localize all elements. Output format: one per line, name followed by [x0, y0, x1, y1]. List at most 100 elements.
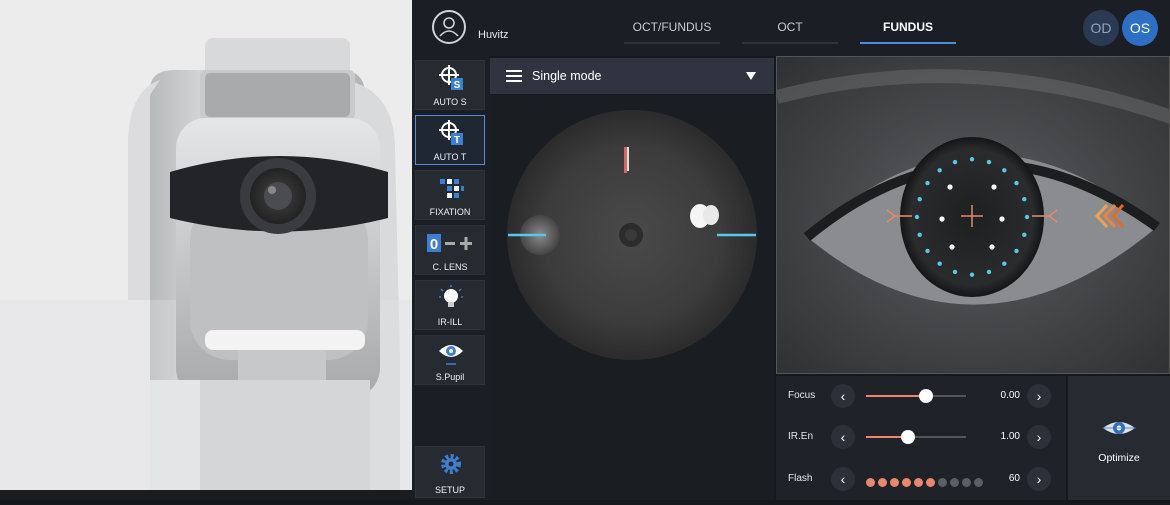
svg-text:0: 0 — [430, 236, 438, 253]
alignment-ring-dot — [937, 168, 942, 173]
alignment-ring-dot — [917, 232, 922, 238]
pupil-eye-icon — [439, 345, 463, 365]
lens-compensation-icon: 0 — [427, 234, 472, 253]
tool-sidebar: S AUTO S T AUTO T FIXATION 0 C. LENS IR-… — [412, 56, 490, 500]
sidebar-item-label: AUTO S — [433, 97, 467, 107]
alignment-ring-dot — [1022, 232, 1027, 238]
os-eye-button[interactable]: OS — [1122, 10, 1158, 46]
tab-label: OCT/FUNDUS — [632, 20, 712, 34]
mode-label: Single mode — [532, 69, 602, 83]
flash-value: 60 — [1008, 473, 1020, 484]
menu-icon — [506, 70, 522, 82]
od-eye-button[interactable]: OD — [1083, 10, 1119, 46]
focus-decrease-button[interactable]: ‹ — [831, 384, 855, 408]
alignment-ring-dot — [986, 159, 992, 165]
ir-en-increase-button[interactable]: › — [1027, 425, 1051, 449]
user-avatar[interactable] — [432, 10, 466, 44]
tab-oct[interactable]: OCT — [742, 20, 838, 44]
sidebar-item-label: FIXATION — [429, 207, 471, 217]
oct-device-illustration — [0, 0, 412, 500]
flash-level-dot[interactable] — [974, 478, 983, 487]
flash-level-dots[interactable] — [866, 474, 986, 492]
alignment-ring-dot — [1014, 248, 1019, 254]
focus-label: Focus — [788, 390, 816, 401]
ir-en-slider[interactable] — [866, 430, 966, 444]
svg-text:S: S — [454, 80, 461, 91]
s-pupil-button[interactable]: S.Pupil — [415, 335, 485, 385]
alignment-ring-dot — [925, 248, 930, 254]
fundus-image — [507, 110, 757, 360]
tab-label: FUNDUS — [883, 20, 933, 34]
flash-increase-button[interactable]: › — [1027, 467, 1051, 491]
sidebar-item-label: C. LENS — [432, 262, 468, 272]
corneal-reflection — [991, 184, 997, 190]
setup-label: SETUP — [434, 485, 465, 495]
alignment-ring-dot — [952, 159, 958, 165]
alignment-ring-dot — [969, 272, 975, 277]
target-s-icon: S — [439, 65, 463, 91]
optimize-eye-icon — [1102, 422, 1136, 434]
flash-decrease-button[interactable]: ‹ — [831, 467, 855, 491]
flash-level-dot[interactable] — [890, 478, 899, 487]
c-lens-button[interactable]: 0 C. LENS — [415, 225, 485, 275]
corneal-reflection — [939, 216, 945, 222]
svg-text:T: T — [454, 135, 460, 146]
flash-control: Flash ‹ 60 › — [776, 464, 1066, 494]
alignment-ring-dot — [1022, 196, 1027, 202]
sidebar-item-label: AUTO T — [433, 152, 467, 162]
anterior-eye-panel — [776, 56, 1170, 374]
alignment-ring-dot — [1002, 168, 1007, 173]
lightbulb-icon — [439, 285, 463, 307]
focus-slider-knob[interactable] — [919, 389, 933, 403]
dropdown-arrow-icon — [746, 72, 756, 80]
mode-select[interactable]: Single mode — [490, 58, 774, 94]
optimize-label: Optimize — [1098, 452, 1140, 464]
auto-s-button[interactable]: S AUTO S — [415, 60, 485, 110]
focus-slider[interactable] — [866, 389, 966, 403]
alignment-ring-dot — [1002, 261, 1007, 266]
focus-control: Focus ‹ 0.00 › — [776, 381, 1066, 411]
ir-en-decrease-button[interactable]: ‹ — [831, 425, 855, 449]
auto-t-button[interactable]: T AUTO T — [415, 115, 485, 165]
flash-level-dot[interactable] — [962, 478, 971, 487]
device-photo — [0, 0, 412, 500]
fixation-grid-icon — [440, 179, 464, 198]
user-name: Huvitz — [478, 29, 509, 41]
flash-level-dot[interactable] — [902, 478, 911, 487]
flash-label: Flash — [788, 473, 813, 484]
alignment-ring-dot — [969, 157, 975, 162]
alignment-ring-dot — [1014, 180, 1019, 186]
target-t-icon: T — [439, 120, 463, 146]
anterior-eye-image — [777, 57, 1169, 373]
alignment-ring-dot — [925, 180, 930, 186]
flash-level-dot[interactable] — [866, 478, 875, 487]
alignment-ring-dot — [952, 269, 958, 275]
flash-level-dot[interactable] — [950, 478, 959, 487]
gear-icon — [441, 454, 461, 474]
alignment-ring-dot — [937, 261, 942, 266]
setup-button[interactable]: SETUP — [415, 446, 485, 498]
flash-level-dot[interactable] — [938, 478, 947, 487]
tab-fundus[interactable]: FUNDUS — [860, 20, 956, 44]
focus-value: 0.00 — [1000, 390, 1020, 401]
capture-controls: Focus ‹ 0.00 › IR.En ‹ 1.00 › Flash ‹ 60… — [776, 376, 1066, 500]
alignment-ring-dot — [914, 214, 920, 220]
focus-slider-fill — [866, 395, 926, 397]
fixation-button[interactable]: FIXATION — [415, 170, 485, 220]
tab-oct-fundus[interactable]: OCT/FUNDUS — [624, 20, 720, 44]
flash-level-dot[interactable] — [926, 478, 935, 487]
corneal-reflection — [989, 244, 995, 250]
ir-en-label: IR.En — [788, 431, 814, 442]
sidebar-item-label: IR-ILL — [437, 317, 463, 327]
tab-label: OCT — [777, 20, 803, 34]
ir-ill-button[interactable]: IR-ILL — [415, 280, 485, 330]
ir-en-value: 1.00 — [1000, 431, 1020, 442]
focus-increase-button[interactable]: › — [1027, 384, 1051, 408]
corneal-reflection — [949, 244, 955, 250]
optimize-button[interactable]: Optimize — [1068, 376, 1170, 500]
ir-en-slider-knob[interactable] — [901, 430, 915, 444]
flash-level-dot[interactable] — [878, 478, 887, 487]
flash-level-dot[interactable] — [914, 478, 923, 487]
alignment-ring-dot — [986, 269, 992, 275]
corneal-reflection — [999, 216, 1005, 222]
